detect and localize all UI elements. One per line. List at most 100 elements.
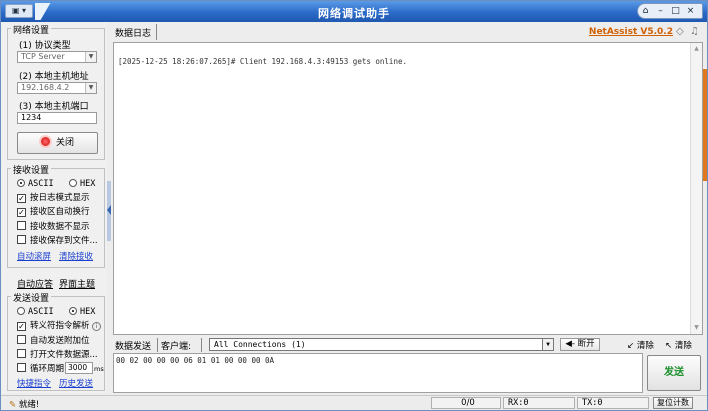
receive-option-save-file[interactable]: 接收保存到文件...	[17, 235, 98, 247]
port-input[interactable]: 1234	[17, 112, 97, 124]
option-label: 转义符指令解析	[30, 321, 90, 331]
clear-receive-link[interactable]: 清除接收	[59, 250, 93, 262]
checkbox-icon[interactable]	[17, 349, 26, 358]
port-label: (3) 本地主机端口	[19, 102, 89, 112]
receive-settings-label: 接收设置	[11, 163, 52, 176]
checkbox-checked-icon[interactable]: ✓	[17, 208, 26, 217]
send-option-file-source[interactable]: 打开文件数据源...	[17, 349, 98, 361]
clear-receive-button[interactable]: ↖ 清除	[665, 339, 692, 351]
tab-data-log[interactable]: 数据日志	[115, 26, 151, 39]
red-light-icon	[40, 137, 50, 146]
host-address-select[interactable]: 192.168.4.2 ▼	[17, 82, 97, 94]
tab-divider	[157, 338, 158, 352]
tab-auto-reply[interactable]: 自动应答	[17, 277, 53, 290]
network-settings-label: 网络设置	[11, 23, 52, 36]
send-format-row: ASCII HEX	[17, 307, 95, 319]
send-option-append[interactable]: 自动发送附加位	[17, 335, 90, 347]
close-window-button[interactable]: ×	[683, 4, 698, 18]
tab-theme[interactable]: 界面主题	[59, 277, 95, 290]
chevron-down-icon[interactable]: ▼	[542, 339, 553, 350]
scroll-up-icon[interactable]: ▲	[691, 43, 702, 55]
send-hex-radio[interactable]	[69, 307, 77, 315]
close-button-label: 关闭	[55, 138, 74, 148]
arrow-left-icon: ◀-	[565, 339, 575, 349]
protocol-select[interactable]: TCP Server ▼	[17, 51, 97, 63]
chevron-down-icon[interactable]: ▼	[85, 83, 96, 93]
host-value: 192.168.4.2	[21, 83, 70, 92]
send-text: 00 02 00 00 00 06 01 01 00 00 00 0A	[116, 356, 275, 365]
send-ascii-label: ASCII	[28, 307, 54, 317]
log-line: [2025-12-25 18:26:07.265]# Client 192.16…	[118, 57, 407, 66]
option-label: 自动发送附加位	[30, 336, 90, 346]
loop-period-input[interactable]: 3000	[65, 362, 93, 374]
scroll-down-icon[interactable]: ▼	[691, 322, 702, 334]
receive-format-row: ASCII HEX	[17, 179, 95, 191]
send-settings-label: 发送设置	[11, 291, 52, 304]
pin-icon[interactable]: ⌂	[638, 4, 653, 18]
chevron-down-icon[interactable]: ▼	[85, 52, 96, 62]
status-bar: ✎ 就绪! 0/0 RX:0 TX:0 复位计数	[1, 395, 707, 410]
checkbox-checked-icon[interactable]: ✓	[17, 322, 26, 331]
checkbox-checked-icon[interactable]: ✓	[17, 194, 26, 203]
option-label: 接收数据不显示	[30, 222, 90, 232]
left-panel: 网络设置 (1) 协议类型 TCP Server ▼ (2) 本地主机地址 192…	[1, 22, 107, 393]
checkbox-icon[interactable]	[17, 363, 26, 372]
connection-value: All Connections (1)	[214, 340, 306, 349]
option-label: 接收保存到文件...	[30, 236, 98, 246]
diamond-icon[interactable]: ◇	[676, 27, 687, 38]
send-hex-label: HEX	[80, 307, 96, 317]
receive-ascii-radio[interactable]	[17, 179, 25, 187]
send-option-loop[interactable]: 循环周期	[17, 363, 64, 375]
bell-icon[interactable]: ♫	[690, 27, 701, 38]
option-label: 打开文件数据源...	[30, 350, 98, 360]
shortcuts-link[interactable]: 快捷指令	[17, 377, 51, 389]
pen-icon: ✎	[9, 400, 17, 410]
restore-button[interactable]: □	[668, 4, 683, 18]
receive-hex-radio[interactable]	[69, 179, 77, 187]
client-label: 客户端:	[161, 342, 192, 352]
receive-option-wrap[interactable]: ✓ 接收区自动换行	[17, 207, 90, 219]
app-window: ▣ ▾ 网络调试助手 ⌂ – □ × 网络设置 (1) 协议类型 TCP Server…	[0, 0, 708, 411]
status-tx: TX:0	[577, 397, 649, 409]
minimize-button[interactable]: –	[653, 4, 668, 18]
caption-buttons: ⌂ – □ ×	[637, 3, 703, 19]
panel-collapse-handle[interactable]	[107, 181, 111, 241]
disconnect-button[interactable]: ◀- 断开	[560, 338, 600, 351]
send-option-escape[interactable]: ✓ 转义符指令解析 i	[17, 321, 102, 333]
receive-ascii-label: ASCII	[28, 179, 54, 189]
close-connection-button[interactable]: 关闭	[17, 132, 98, 154]
loop-unit: ms	[94, 365, 104, 373]
checkbox-icon[interactable]	[17, 235, 26, 244]
title-bar[interactable]: ▣ ▾ 网络调试助手 ⌂ – □ ×	[1, 1, 707, 22]
brand-link[interactable]: NetAssist V5.0.2	[589, 27, 673, 37]
clear-receive-label: 清除	[674, 341, 692, 351]
send-ascii-radio[interactable]	[17, 307, 25, 315]
data-log-header: 数据日志 NetAssist V5.0.2 ◇ ♫	[113, 24, 703, 42]
history-link[interactable]: 历史发送	[59, 377, 93, 389]
receive-option-log-mode[interactable]: ✓ 按日志模式显示	[17, 193, 90, 205]
send-button[interactable]: 发送	[647, 355, 701, 391]
disconnect-label: 断开	[577, 339, 595, 349]
send-input[interactable]: 00 02 00 00 00 06 01 01 00 00 00 0A	[113, 353, 643, 393]
tab-data-send[interactable]: 数据发送	[115, 339, 151, 352]
log-scrollbar[interactable]: ▲ ▼	[690, 43, 702, 334]
loop-label: 循环周期	[30, 364, 65, 374]
info-icon[interactable]: i	[92, 322, 102, 331]
checkbox-icon[interactable]	[17, 221, 26, 230]
receive-log-area[interactable]: [2025-12-25 18:26:07.265]# Client 192.16…	[113, 42, 703, 335]
protocol-label: (1) 协议类型	[19, 41, 71, 51]
tab-divider	[201, 338, 202, 352]
connection-select[interactable]: All Connections (1) ▼	[209, 338, 554, 351]
status-counter: 0/0	[431, 397, 501, 409]
broom-icon: ↖	[665, 341, 673, 351]
autoscroll-link[interactable]: 自动滚屏	[17, 250, 51, 262]
option-label: 按日志模式显示	[30, 193, 90, 203]
clear-send-label: 清除	[636, 341, 654, 351]
host-label: (2) 本地主机地址	[19, 72, 89, 82]
checkbox-icon[interactable]	[17, 335, 26, 344]
receive-option-hide[interactable]: 接收数据不显示	[17, 221, 90, 233]
window-title: 网络调试助手	[318, 7, 390, 20]
clear-send-button[interactable]: ↙ 清除	[627, 339, 654, 351]
reset-counter-button[interactable]: 复位计数	[653, 397, 693, 409]
status-ready: ✎ 就绪!	[9, 398, 39, 410]
